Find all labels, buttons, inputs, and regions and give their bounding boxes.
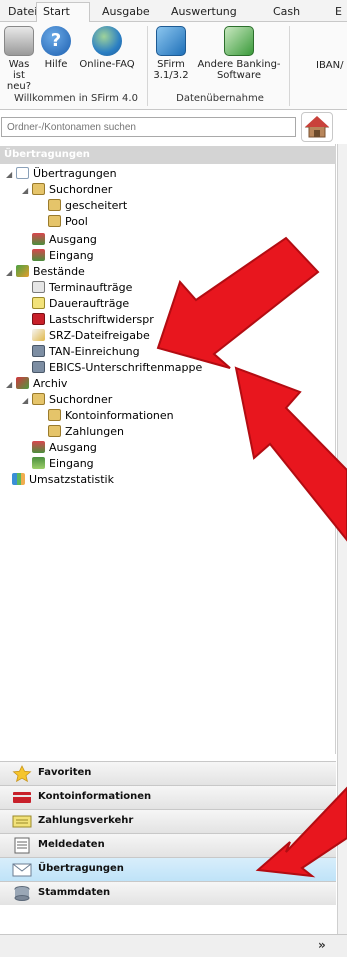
panel-header: Übertragungen: [0, 146, 336, 164]
tree-item-lastschriftwiderspruch[interactable]: Lastschriftwiderspr: [32, 312, 154, 328]
tree-item-uebertragungen[interactable]: ◢ Übertragungen: [6, 166, 117, 182]
master-data-icon: [14, 886, 30, 901]
tree-item-ebics-unterschriftenmappe[interactable]: EBICS-Unterschriftenmappe: [32, 360, 202, 376]
tree-item-suchordner[interactable]: ◢ Suchordner: [22, 182, 112, 198]
nav-favoriten[interactable]: Favoriten: [0, 761, 336, 785]
search-folder-icon: [32, 393, 45, 405]
import-other-icon: [224, 26, 254, 56]
help-icon: ?: [41, 26, 71, 56]
iban-button[interactable]: IBAN/: [316, 60, 347, 71]
search-folder-icon: [48, 409, 61, 421]
ribbon-separator: [147, 26, 148, 106]
tan-icon: [32, 345, 45, 357]
inventory-icon: [16, 265, 29, 277]
ribbon-group-import: Datenübernahme: [176, 93, 264, 104]
tree-item-archiv-ausgang[interactable]: Ausgang: [32, 440, 97, 456]
folder-search-input[interactable]: [1, 117, 296, 137]
home-button[interactable]: [301, 112, 333, 142]
search-folder-icon: [48, 215, 61, 227]
tab-start[interactable]: Start: [36, 2, 90, 23]
import-sfirm-icon: [156, 26, 186, 56]
collapse-icon[interactable]: ◢: [6, 265, 16, 281]
inbox-icon: [32, 249, 45, 261]
tree-item-dauerauftraege[interactable]: Daueraufträge: [32, 296, 129, 312]
globe-icon: [92, 26, 122, 56]
right-edge-panel: [337, 144, 347, 934]
nav-meldedaten[interactable]: Meldedaten: [0, 833, 336, 857]
tree-item-ausgang[interactable]: Ausgang: [32, 232, 97, 248]
tree-item-terminauftraege[interactable]: Terminaufträge: [32, 280, 132, 296]
whats-new-button[interactable]: Was ist neu?: [2, 26, 36, 92]
tab-auswertung[interactable]: Auswertung: [165, 3, 243, 22]
tree-item-srz-dateifreigabe[interactable]: SRZ-Dateifreigabe: [32, 328, 150, 344]
calendar-icon: [32, 281, 45, 293]
tree-item-zahlungen[interactable]: Zahlungen: [48, 424, 124, 440]
ribbon: Was ist neu? ? Hilfe Online-FAQ SFirm 3.…: [0, 22, 347, 110]
help-button[interactable]: ? Hilfe: [38, 26, 74, 70]
report-data-icon: [14, 837, 30, 854]
standing-order-icon: [32, 297, 45, 309]
tree-item-archiv-suchordner[interactable]: ◢ Suchordner: [22, 392, 112, 408]
star-icon: [12, 765, 32, 782]
nav-stammdaten[interactable]: Stammdaten: [0, 881, 336, 905]
tree-item-tan-einreichung[interactable]: TAN-Einreichung: [32, 344, 140, 360]
file-release-icon: [32, 329, 45, 341]
tree-item-eingang[interactable]: Eingang: [32, 248, 94, 264]
collapse-icon[interactable]: ◢: [6, 377, 16, 393]
debit-objection-icon: [32, 313, 45, 325]
sfirm-import-button[interactable]: SFirm 3.1/3.2: [151, 26, 191, 81]
collapse-icon[interactable]: ◢: [22, 183, 32, 199]
tab-ausgabe[interactable]: Ausgabe: [96, 3, 156, 22]
collapse-icon[interactable]: ◢: [6, 167, 16, 183]
tree-item-archiv[interactable]: ◢ Archiv: [6, 376, 67, 392]
inbox-icon: [32, 457, 45, 469]
tree-item-gescheitert[interactable]: gescheitert: [48, 198, 127, 214]
outbox-icon: [32, 233, 45, 245]
account-info-icon: [13, 792, 31, 803]
other-software-import-button[interactable]: Andere Banking-Software: [193, 26, 285, 81]
signature-folder-icon: [32, 361, 45, 373]
outbox-icon: [32, 441, 45, 453]
archive-icon: [16, 377, 29, 389]
search-folder-icon: [32, 183, 45, 195]
tab-e[interactable]: E: [329, 3, 347, 22]
envelope-icon: [12, 863, 32, 877]
tree-item-umsatzstatistik[interactable]: Umsatzstatistik: [12, 472, 114, 488]
more-chevron-icon[interactable]: »: [318, 938, 326, 952]
online-faq-button[interactable]: Online-FAQ: [74, 26, 140, 70]
search-folder-icon: [48, 425, 61, 437]
tab-cash[interactable]: Cash: [267, 3, 306, 22]
tree-item-bestaende[interactable]: ◢ Bestände: [6, 264, 85, 280]
tree-item-archiv-eingang[interactable]: Eingang: [32, 456, 94, 472]
nav-uebertragungen[interactable]: Übertragungen: [0, 857, 336, 881]
search-folder-icon: [48, 199, 61, 211]
bottom-bar: »: [0, 934, 347, 957]
menu-bar: Datei Start Ausgabe Auswertung Cash E: [0, 0, 347, 23]
nav-kontoinformationen[interactable]: Kontoinformationen: [0, 785, 336, 809]
nav-zahlungsverkehr[interactable]: Zahlungsverkehr: [0, 809, 336, 833]
ribbon-separator-2: [289, 26, 290, 106]
ribbon-group-welcome: Willkommen in SFirm 4.0: [14, 93, 138, 104]
payments-icon: [12, 815, 32, 828]
statistics-icon: [12, 473, 25, 485]
whats-new-icon: [4, 26, 34, 56]
house-icon: [304, 116, 330, 138]
tree-item-kontoinformationen[interactable]: Kontoinformationen: [48, 408, 174, 424]
collapse-icon[interactable]: ◢: [22, 393, 32, 409]
envelope-icon: [16, 167, 29, 179]
tree-item-pool[interactable]: Pool: [48, 214, 88, 230]
